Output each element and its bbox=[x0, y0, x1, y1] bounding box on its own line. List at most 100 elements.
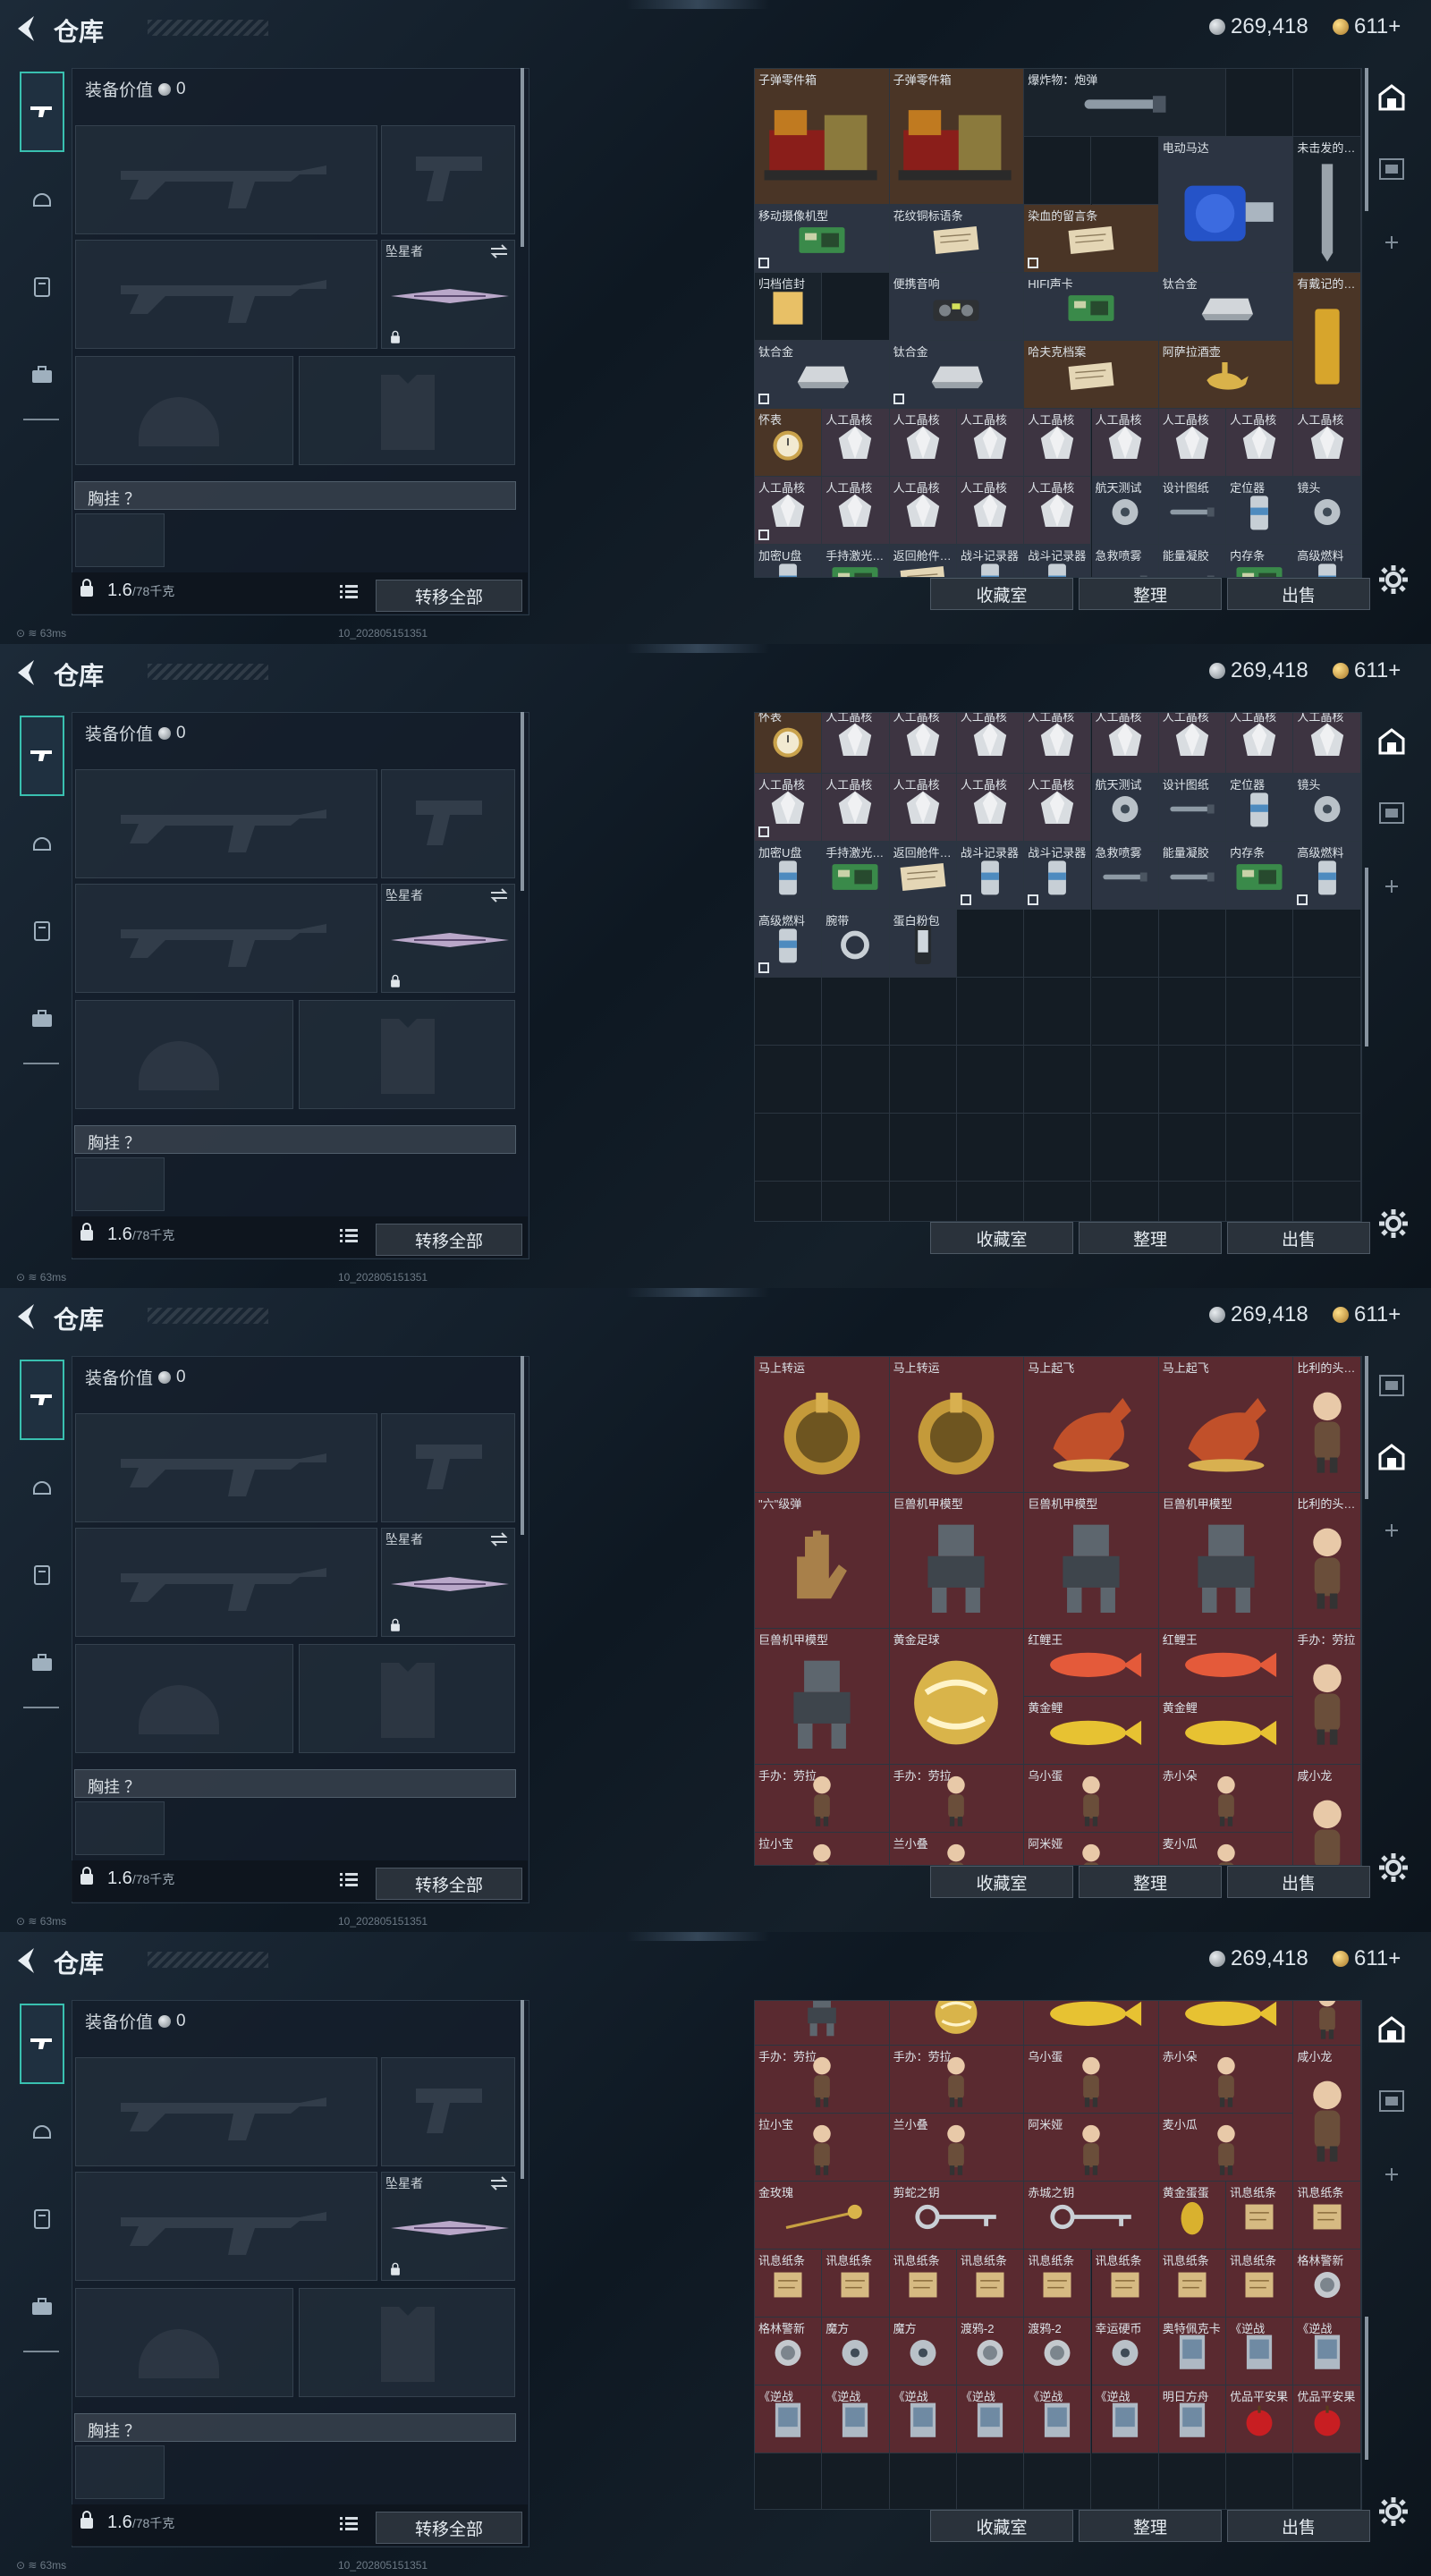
chest-rig-item-slot[interactable] bbox=[75, 513, 165, 567]
empty-slot[interactable] bbox=[755, 1182, 823, 1221]
sort-button[interactable]: 整理 bbox=[1079, 2510, 1222, 2542]
empty-slot[interactable] bbox=[1092, 1182, 1159, 1221]
stash-item[interactable]: 钛合金 bbox=[889, 341, 1025, 409]
stash-item[interactable]: 镜头 bbox=[1293, 774, 1361, 842]
stash-item[interactable]: 爆炸物：炮弹 bbox=[1024, 69, 1227, 137]
stash-home-tab[interactable] bbox=[1371, 77, 1412, 118]
empty-slot[interactable] bbox=[1024, 910, 1092, 978]
settings-gear-icon[interactable] bbox=[1377, 1208, 1410, 1240]
stash-item[interactable]: 幸运硬币 bbox=[1091, 2318, 1159, 2385]
primary-weapon-slot[interactable] bbox=[75, 769, 377, 878]
stash-item[interactable]: 人工晶核 bbox=[1024, 477, 1092, 545]
stash-item[interactable]: 《逆战 bbox=[1293, 2318, 1361, 2385]
stash-item[interactable]: 钛合金 bbox=[1158, 273, 1294, 341]
stash-item[interactable]: 麦小瓜 bbox=[1158, 1833, 1294, 1865]
stash-scrollbar[interactable] bbox=[1365, 868, 1368, 1046]
stash-item[interactable]: 赤小朵 bbox=[1158, 2046, 1294, 2114]
empty-slot[interactable] bbox=[755, 2453, 823, 2509]
armor-slot[interactable] bbox=[299, 2288, 515, 2397]
stash-grid[interactable]: 马上转运 马上转运 马上起飞 马上起飞 比利的头… "六"级弹 巨兽机甲模型 巨兽机甲模型 巨兽… bbox=[754, 1356, 1362, 1866]
transfer-all-button[interactable]: 转移全部 bbox=[376, 580, 522, 612]
chest-rig-item-slot[interactable] bbox=[75, 2445, 165, 2499]
empty-slot[interactable] bbox=[1159, 2453, 1227, 2509]
empty-slot[interactable] bbox=[1226, 978, 1294, 1046]
stash-item[interactable]: 高级燃料 bbox=[755, 910, 823, 978]
stash-item[interactable]: 格林警新 bbox=[1293, 2250, 1361, 2318]
list-icon[interactable] bbox=[338, 1225, 360, 1247]
stash-item[interactable]: 设计图纸 bbox=[1158, 477, 1227, 545]
stash-item[interactable]: 怀表 bbox=[755, 713, 823, 774]
stash-item[interactable]: 兰小叠 bbox=[889, 1833, 1025, 1865]
stash-item[interactable]: 《逆战 bbox=[1091, 2385, 1159, 2453]
stash-item[interactable]: 航天测试 bbox=[1091, 774, 1159, 842]
stash-item[interactable]: 腕带 bbox=[822, 910, 890, 978]
stash-item[interactable]: 人工晶核 bbox=[956, 409, 1025, 477]
transfer-all-button[interactable]: 转移全部 bbox=[376, 2512, 522, 2544]
stash-item[interactable]: 比利的头… bbox=[1293, 1493, 1361, 1629]
melee-slot[interactable]: 坠星者 bbox=[381, 2172, 515, 2281]
empty-slot[interactable] bbox=[1024, 137, 1092, 205]
stash-home-tab[interactable] bbox=[1371, 2009, 1412, 2050]
sell-button[interactable]: 出售 bbox=[1227, 1222, 1370, 1254]
stash-item[interactable]: 黄金鲤 bbox=[1024, 2001, 1159, 2046]
stash-item[interactable]: 怀表 bbox=[755, 409, 823, 477]
empty-slot[interactable] bbox=[1226, 1114, 1294, 1182]
stash-item[interactable]: 人工晶核 bbox=[889, 774, 957, 842]
melee-slot[interactable]: 坠星者 bbox=[381, 240, 515, 349]
stash-item[interactable]: 《逆战 bbox=[755, 2385, 823, 2453]
stash-item[interactable]: 赤城之钥 bbox=[1024, 2182, 1159, 2250]
helmet-slot[interactable] bbox=[75, 356, 293, 465]
stash-item[interactable]: 人工晶核 bbox=[755, 774, 823, 842]
empty-slot[interactable] bbox=[1293, 2453, 1361, 2509]
transfer-all-button[interactable]: 转移全部 bbox=[376, 1868, 522, 1900]
stash-item[interactable] bbox=[755, 2001, 890, 2046]
stash-item[interactable]: 人工晶核 bbox=[889, 409, 957, 477]
pistol-slot[interactable] bbox=[381, 1413, 515, 1522]
stash-item[interactable]: 战斗记录器 bbox=[1024, 545, 1092, 577]
list-icon[interactable] bbox=[338, 1869, 360, 1891]
stash-item[interactable]: 奥特佩克卡 bbox=[1158, 2318, 1227, 2385]
stash-item[interactable]: 有戴记的… bbox=[1293, 273, 1361, 409]
stash-item[interactable]: 染血的留言条 bbox=[1024, 205, 1159, 273]
tab-backpack[interactable] bbox=[20, 2267, 64, 2347]
empty-slot[interactable] bbox=[1158, 910, 1227, 978]
collection-room-button[interactable]: 收藏室 bbox=[930, 1222, 1073, 1254]
empty-slot[interactable] bbox=[1024, 2453, 1092, 2509]
stash-item[interactable]: 战斗记录器 bbox=[1024, 842, 1092, 910]
stash-item[interactable]: 巨兽机甲模型 bbox=[889, 1493, 1025, 1629]
stash-item[interactable]: 子弹零件箱 bbox=[755, 69, 890, 205]
empty-slot[interactable] bbox=[1024, 1046, 1092, 1114]
stash-item[interactable]: 渡鸦-2 bbox=[956, 2318, 1025, 2385]
empty-slot[interactable] bbox=[957, 1182, 1025, 1221]
stash-item[interactable]: 拉小宝 bbox=[755, 1833, 890, 1865]
stash-scrollbar[interactable] bbox=[1365, 1356, 1368, 1499]
tab-backpack[interactable] bbox=[20, 979, 64, 1059]
empty-slot[interactable] bbox=[822, 1182, 890, 1221]
armor-slot[interactable] bbox=[299, 1644, 515, 1753]
stash-item[interactable]: 人工晶核 bbox=[1024, 409, 1092, 477]
stash-item[interactable]: 讯息纸条 bbox=[1024, 2250, 1092, 2318]
add-stash-tab[interactable] bbox=[1371, 222, 1412, 263]
stash-item[interactable]: 巨兽机甲模型 bbox=[755, 1629, 890, 1765]
stash-item[interactable]: 人工晶核 bbox=[822, 774, 890, 842]
sort-button[interactable]: 整理 bbox=[1079, 578, 1222, 610]
empty-slot[interactable] bbox=[822, 978, 890, 1046]
stash-item[interactable]: 人工晶核 bbox=[1091, 713, 1159, 774]
stash-vault-tab[interactable] bbox=[1371, 148, 1412, 190]
chest-rig-slot[interactable]: 胸挂 ？ bbox=[74, 1125, 516, 1154]
tab-vest[interactable] bbox=[20, 1535, 64, 1615]
stash-item[interactable]: 黄金足球 bbox=[889, 1629, 1025, 1765]
sell-button[interactable]: 出售 bbox=[1227, 1866, 1370, 1898]
list-icon[interactable] bbox=[338, 581, 360, 603]
stash-item[interactable]: 人工晶核 bbox=[1091, 409, 1159, 477]
stash-item[interactable]: 赤小朵 bbox=[1158, 1765, 1294, 1833]
stash-item[interactable]: 能量凝胶 bbox=[1158, 545, 1227, 577]
tab-backpack[interactable] bbox=[20, 1623, 64, 1703]
stash-item[interactable]: 手办：劳拉 bbox=[755, 2046, 890, 2114]
stash-scrollbar[interactable] bbox=[1365, 68, 1368, 211]
back-arrow-icon[interactable] bbox=[13, 1301, 39, 1333]
secondary-weapon-slot[interactable] bbox=[75, 240, 377, 349]
stash-item[interactable]: 移动摄像机型 bbox=[755, 205, 890, 273]
empty-slot[interactable] bbox=[755, 1114, 823, 1182]
stash-item[interactable]: 高级燃料 bbox=[1293, 545, 1361, 577]
